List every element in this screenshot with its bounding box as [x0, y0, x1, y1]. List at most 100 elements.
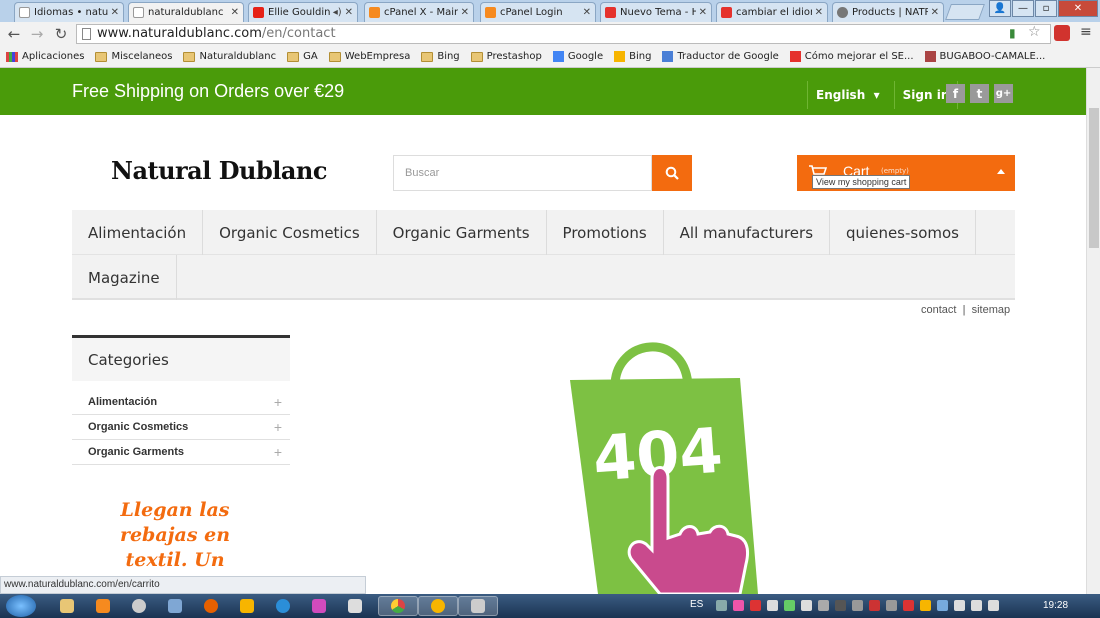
expand-plus-icon[interactable]: +: [274, 444, 282, 460]
network-icon[interactable]: [971, 600, 982, 611]
sitemap-link[interactable]: sitemap: [972, 304, 1011, 316]
contact-link[interactable]: contact: [921, 304, 956, 316]
start-button[interactable]: [6, 595, 36, 617]
scrollbar-thumb[interactable]: [1089, 108, 1099, 248]
browser-tab-naturaldublanc[interactable]: naturaldublanc ✕: [128, 2, 244, 22]
twitter-icon[interactable]: t: [970, 84, 989, 103]
user-icon[interactable]: 👤: [989, 0, 1011, 17]
taskbar-app[interactable]: [122, 596, 156, 616]
search-button[interactable]: [652, 155, 692, 191]
browser-tab-nuevo-tema[interactable]: Nuevo Tema - H ✕: [600, 2, 712, 22]
bookmark-star-icon[interactable]: ☆: [1028, 24, 1041, 40]
menu-item-organic-cosmetics[interactable]: Organic Cosmetics: [203, 210, 377, 255]
browser-tab-cambiar-idioma[interactable]: cambiar el idioma ✕: [716, 2, 828, 22]
menu-item-alimentacion[interactable]: Alimentación: [72, 210, 204, 255]
taskbar-app[interactable]: [458, 596, 498, 616]
browser-tab-ellie-goulding[interactable]: Ellie Goulding ◂) ✕: [248, 2, 358, 22]
back-button[interactable]: ←: [5, 25, 23, 43]
volume-icon[interactable]: [988, 600, 999, 611]
menu-item-all-manufacturers[interactable]: All manufacturers: [664, 210, 831, 255]
main-menu: Alimentación Organic Cosmetics Organic G…: [72, 210, 1015, 300]
search-input[interactable]: Buscar: [393, 155, 652, 191]
close-tab-icon[interactable]: ✕: [111, 7, 119, 18]
bookmark-naturaldublanc[interactable]: Naturaldublanc: [183, 51, 276, 62]
menu-item-quienes-somos[interactable]: quienes-somos: [830, 210, 976, 255]
maximize-button[interactable]: ▫: [1035, 0, 1057, 17]
taskbar-explorer[interactable]: [50, 596, 84, 616]
bookmark-traductor[interactable]: Traductor de Google: [662, 51, 779, 62]
category-organic-cosmetics[interactable]: Organic Cosmetics +: [72, 415, 290, 440]
bookmark-ga[interactable]: GA: [287, 51, 318, 62]
taskbar-firefox[interactable]: [194, 596, 228, 616]
bookmark-google[interactable]: Google: [552, 51, 603, 62]
category-alimentacion[interactable]: Alimentación +: [72, 390, 290, 415]
taskbar-app[interactable]: [338, 596, 372, 616]
browser-tab-idiomas[interactable]: Idiomas • naturald ✕: [14, 2, 124, 22]
tray-icon[interactable]: [886, 600, 897, 611]
reload-button[interactable]: ↻: [52, 25, 70, 43]
tray-icon[interactable]: [767, 600, 778, 611]
tray-icon[interactable]: [818, 600, 829, 611]
extension-icon[interactable]: ▮: [1009, 26, 1016, 40]
expand-plus-icon[interactable]: +: [274, 419, 282, 435]
close-tab-icon[interactable]: ✕: [231, 7, 239, 18]
bookmark-bing-folder[interactable]: Bing: [421, 51, 460, 62]
antivirus-extension-icon[interactable]: [1054, 25, 1070, 41]
tray-icon[interactable]: [716, 600, 727, 611]
close-tab-icon[interactable]: ✕: [931, 7, 939, 18]
tray-icon[interactable]: [903, 600, 914, 611]
input-language[interactable]: ES: [690, 599, 703, 610]
forward-button[interactable]: →: [28, 25, 46, 43]
category-organic-garments[interactable]: Organic Garments +: [72, 440, 290, 465]
google-plus-icon[interactable]: g+: [994, 84, 1013, 103]
language-selector[interactable]: English ▾: [816, 88, 880, 102]
browser-tab-products[interactable]: Products | NATR ✕: [832, 2, 944, 22]
chrome-menu-icon[interactable]: ≡: [1080, 24, 1092, 40]
sign-in-link[interactable]: Sign in: [903, 88, 950, 102]
close-tab-icon[interactable]: ✕: [815, 7, 823, 18]
browser-tab-cpanel-login[interactable]: cPanel Login ✕: [480, 2, 596, 22]
bookmark-como-mejorar[interactable]: Cómo mejorar el SE...: [789, 51, 914, 62]
facebook-icon[interactable]: f: [946, 84, 965, 103]
taskbar-app[interactable]: [418, 596, 458, 616]
bookmark-aplicaciones[interactable]: Aplicaciones: [6, 51, 84, 62]
bookmark-bing[interactable]: Bing: [614, 51, 651, 62]
close-tab-icon[interactable]: ✕: [699, 7, 707, 18]
bookmark-webempresa[interactable]: WebEmpresa: [328, 51, 410, 62]
new-tab-button[interactable]: [945, 4, 985, 20]
sale-banner[interactable]: Llegan las rebajas en textil. Un: [100, 498, 250, 573]
bookmark-miscelaneos[interactable]: Miscelaneos: [95, 51, 172, 62]
taskbar-media-player[interactable]: [86, 596, 120, 616]
address-bar[interactable]: www.naturaldublanc.com/en/contact: [76, 24, 1051, 44]
taskbar-chrome[interactable]: [378, 596, 418, 616]
close-window-button[interactable]: ✕: [1058, 0, 1098, 17]
tray-icon[interactable]: [937, 600, 948, 611]
menu-item-magazine[interactable]: Magazine: [72, 255, 177, 300]
taskbar-clock[interactable]: 19:28: [1043, 600, 1068, 611]
menu-item-promotions[interactable]: Promotions: [547, 210, 664, 255]
menu-item-organic-garments[interactable]: Organic Garments: [377, 210, 547, 255]
tray-icon[interactable]: [920, 600, 931, 611]
taskbar-app[interactable]: [230, 596, 264, 616]
tray-icon[interactable]: [801, 600, 812, 611]
expand-plus-icon[interactable]: +: [274, 394, 282, 410]
tray-icon[interactable]: [750, 600, 761, 611]
minimize-button[interactable]: —: [1012, 0, 1034, 17]
tray-icon[interactable]: [852, 600, 863, 611]
close-tab-icon[interactable]: ✕: [461, 7, 469, 18]
tray-icon[interactable]: [954, 600, 965, 611]
tray-icon[interactable]: [733, 600, 744, 611]
page-scrollbar[interactable]: [1086, 68, 1100, 594]
site-logo[interactable]: Natural Dublanc: [111, 156, 327, 185]
bookmark-prestashop[interactable]: Prestashop: [470, 51, 542, 62]
browser-tab-cpanel-main[interactable]: cPanel X - Main ✕: [364, 2, 474, 22]
taskbar-mail[interactable]: [158, 596, 192, 616]
taskbar-ie[interactable]: [266, 596, 300, 616]
taskbar-app[interactable]: [302, 596, 336, 616]
tray-icon[interactable]: [869, 600, 880, 611]
tray-icon[interactable]: [784, 600, 795, 611]
tray-icon[interactable]: [835, 600, 846, 611]
close-tab-icon[interactable]: ✕: [345, 7, 353, 18]
close-tab-icon[interactable]: ✕: [583, 7, 591, 18]
bookmark-bugaboo[interactable]: BUGABOO-CAMALE...: [924, 51, 1045, 62]
